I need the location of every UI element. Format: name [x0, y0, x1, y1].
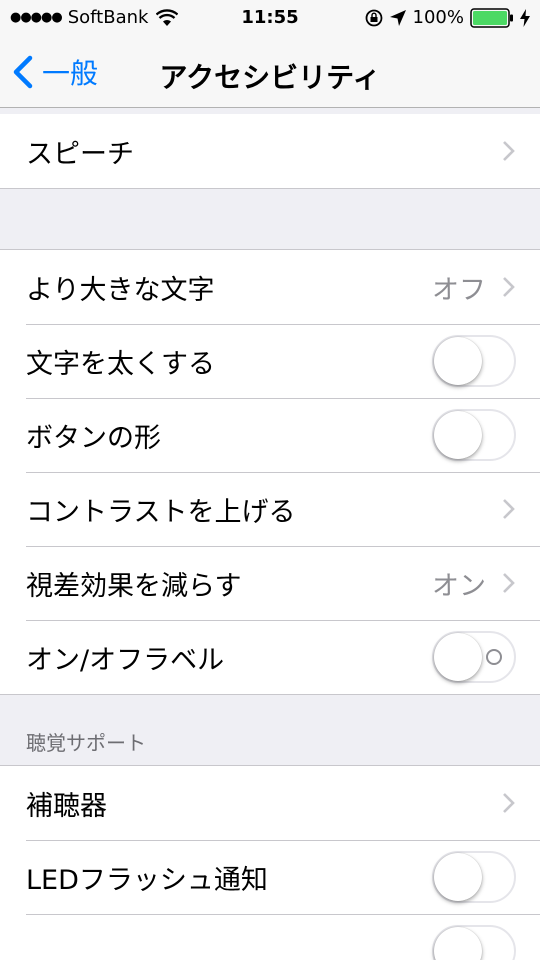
battery-fill — [473, 10, 507, 25]
cell-reduce-motion[interactable]: 視差効果を減らす オン — [0, 546, 540, 620]
bold-text-toggle[interactable] — [432, 335, 516, 387]
cell-label: より大きな文字 — [26, 274, 215, 306]
charging-bolt-icon — [520, 8, 530, 27]
partial-toggle[interactable] — [432, 925, 516, 960]
cell-hearing-aids[interactable]: 補聴器 — [0, 766, 540, 840]
rotation-lock-icon — [365, 9, 382, 26]
cell-on-off-labels: オン/オフラベル — [0, 620, 540, 694]
navigation-bar: 一般 アクセシビリティ — [0, 38, 540, 108]
cell-value: オフ — [432, 274, 486, 306]
page-title: アクセシビリティ — [159, 61, 381, 94]
off-indicator-icon — [486, 649, 502, 665]
button-shapes-toggle[interactable] — [432, 409, 516, 461]
led-flash-toggle[interactable] — [432, 851, 516, 903]
chevron-right-icon — [503, 793, 515, 813]
chevron-right-icon — [503, 499, 515, 519]
toggle-knob — [434, 411, 482, 459]
group-vision: より大きな文字 オフ 文字を太くする ボタンの形 コントラストを上げる 視差効果… — [0, 249, 540, 695]
status-right: 100% — [359, 7, 530, 28]
group-hearing: 補聴器 LEDフラッシュ通知 — [0, 765, 540, 960]
cell-speech[interactable]: スピーチ — [0, 114, 540, 188]
toggle-knob — [434, 633, 482, 681]
cell-label: LEDフラッシュ通知 — [26, 864, 268, 896]
cell-label: 視差効果を減らす — [26, 570, 242, 602]
cell-label: オン/オフラベル — [26, 644, 225, 676]
on-off-labels-toggle[interactable] — [432, 631, 516, 683]
cell-button-shapes: ボタンの形 — [0, 398, 540, 472]
cell-value: オン — [432, 570, 486, 602]
cell-bold-text: 文字を太くする — [0, 324, 540, 398]
group-speech: スピーチ — [0, 114, 540, 189]
chevron-right-icon — [503, 573, 515, 593]
toggle-knob — [434, 853, 482, 901]
chevron-right-icon — [503, 277, 515, 297]
cell-label: スピーチ — [26, 138, 134, 170]
cell-led-flash: LEDフラッシュ通知 — [0, 840, 540, 914]
location-arrow-icon — [389, 9, 406, 26]
cell-increase-contrast[interactable]: コントラストを上げる — [0, 472, 540, 546]
section-header-hearing: 聴覚サポート — [26, 731, 146, 755]
cell-label: 補聴器 — [26, 790, 107, 822]
cell-larger-text[interactable]: より大きな文字 オフ — [0, 250, 540, 324]
settings-list[interactable]: スピーチ より大きな文字 オフ 文字を太くする ボタンの形 コントラストを上げる… — [0, 108, 540, 960]
cell-label: ボタンの形 — [26, 422, 161, 454]
battery-percent: 100% — [412, 7, 464, 28]
toggle-knob — [434, 337, 482, 385]
status-bar: ●●●●● SoftBank 11:55 100% — [0, 0, 540, 38]
toggle-knob — [434, 927, 482, 960]
chevron-right-icon — [503, 141, 515, 161]
cell-label: コントラストを上げる — [26, 496, 296, 528]
cell-label: 文字を太くする — [26, 348, 215, 380]
cell-partially-visible — [0, 914, 540, 960]
battery-icon — [470, 7, 513, 28]
